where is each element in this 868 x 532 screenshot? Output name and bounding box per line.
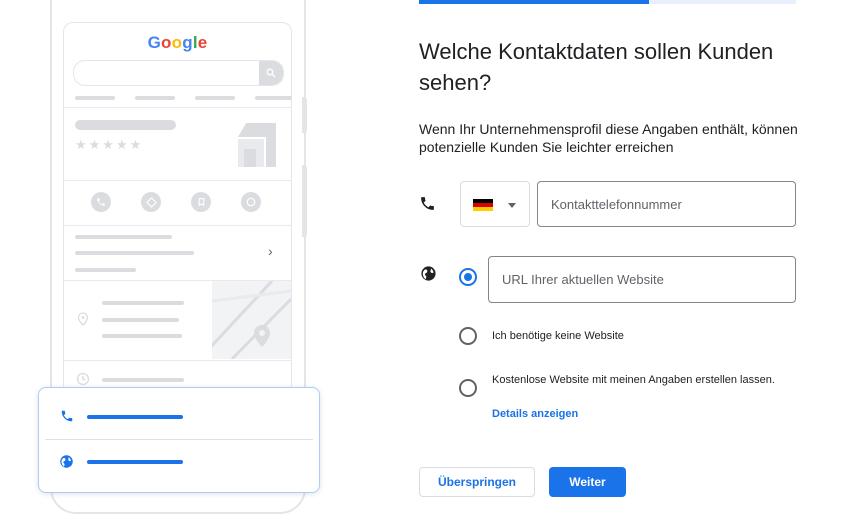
de-flag-icon: [473, 199, 493, 211]
call-icon: [91, 192, 111, 212]
radio-current-website[interactable]: [459, 268, 477, 286]
phone-side-button: [302, 165, 307, 237]
text-placeholder: [102, 318, 179, 322]
caret-down-icon: [508, 203, 516, 208]
text-placeholder: [102, 378, 184, 382]
logo-letter: o: [171, 33, 183, 52]
logo-letter: g: [182, 33, 193, 52]
business-name-placeholder: [75, 120, 176, 130]
divider: [64, 360, 291, 361]
phone-icon: [421, 197, 434, 210]
tab-placeholder: [135, 96, 175, 100]
divider: [64, 225, 291, 226]
storefront-icon: [238, 123, 276, 167]
radio-no-website[interactable]: [459, 327, 477, 345]
skip-button[interactable]: Überspringen: [419, 467, 535, 497]
option-no-website-label: Ich benötige keine Website: [492, 330, 624, 342]
progress-bar-fill: [419, 0, 649, 4]
rating-stars: ★★★★★: [75, 137, 144, 152]
search-icon: [259, 61, 283, 85]
logo-letter: e: [197, 33, 208, 52]
website-icon: [241, 192, 261, 212]
text-placeholder: [75, 268, 136, 272]
country-code-select[interactable]: [460, 181, 530, 227]
website-url-input[interactable]: [488, 256, 796, 303]
tab-placeholder: [255, 96, 291, 100]
phone-icon: [61, 410, 73, 422]
page-title: Welche Kontaktdaten sollen Kunden sehen?: [419, 39, 774, 95]
globe-icon: [421, 266, 436, 281]
text-placeholder: [75, 235, 172, 239]
next-button[interactable]: Weiter: [549, 467, 626, 497]
details-link[interactable]: Details anzeigen: [492, 408, 578, 420]
directions-icon: [141, 192, 161, 212]
location-pin-icon: [77, 312, 89, 326]
phone-side-button: [302, 97, 307, 133]
search-bar: [73, 60, 284, 86]
divider: [64, 180, 291, 181]
contact-preview-card: [38, 387, 320, 493]
text-placeholder: [102, 301, 184, 305]
map-thumbnail: [212, 281, 291, 359]
text-placeholder: [102, 334, 182, 338]
divider: [45, 439, 313, 440]
website-placeholder-line: [87, 460, 183, 464]
tab-placeholder: [75, 96, 115, 100]
option-create-website-label: Kostenlose Website mit meinen Angaben er…: [492, 374, 775, 386]
logo-letter: G: [147, 33, 162, 52]
text-placeholder: [75, 251, 194, 255]
flag-stripe: [473, 207, 493, 211]
chevron-right-icon: ›: [268, 243, 273, 259]
save-icon: [191, 192, 211, 212]
globe-icon: [60, 455, 73, 468]
divider: [64, 107, 291, 108]
progress-bar: [419, 0, 796, 4]
radio-create-free-website[interactable]: [459, 379, 477, 397]
business-profile-card: Google ★★★★★ ›: [63, 22, 292, 394]
clock-icon: [76, 372, 90, 386]
page-description: Wenn Ihr Unternehmensprofil diese Angabe…: [419, 121, 798, 155]
logo-letter: o: [161, 33, 172, 52]
phone-placeholder-line: [87, 415, 183, 419]
google-logo: Google: [64, 33, 291, 53]
phone-number-input[interactable]: [537, 181, 796, 227]
tab-placeholder: [195, 96, 235, 100]
